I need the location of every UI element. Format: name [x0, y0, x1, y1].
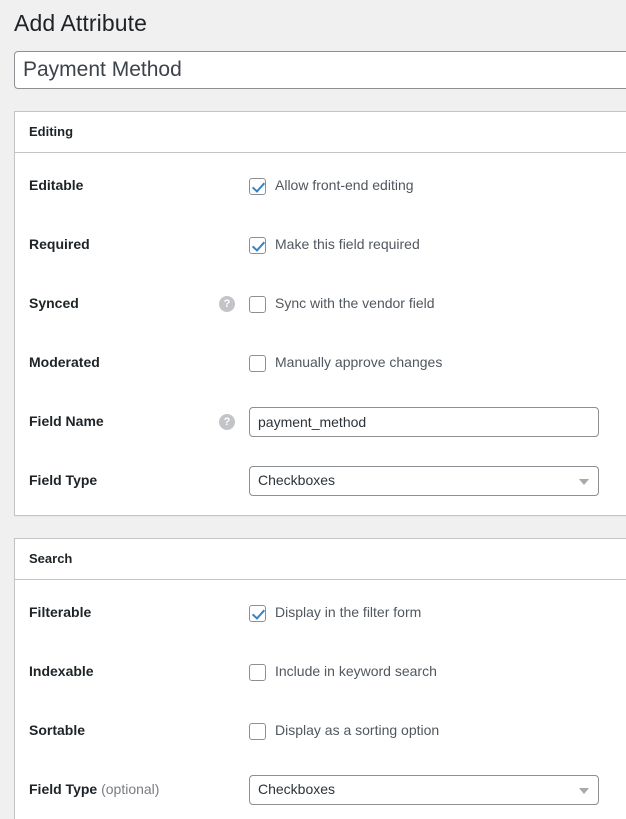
row-control-moderated: Manually approve changes: [219, 353, 626, 373]
select-value-search-field-type: Checkboxes: [258, 780, 335, 800]
panel-body-search: Filterable Display in the filter form Inde…: [15, 580, 626, 819]
row-label-indexable: Indexable: [29, 662, 219, 682]
row-sortable: Sortable Display as a sorting option: [15, 711, 626, 751]
input-field-name[interactable]: [249, 407, 599, 437]
checkbox-moderated[interactable]: [249, 355, 266, 372]
row-label-editable: Editable: [29, 176, 219, 196]
checkbox-label-required[interactable]: Make this field required: [275, 235, 420, 255]
row-label-text-synced: Synced: [29, 295, 79, 311]
panel-heading-editing: Editing: [15, 112, 626, 153]
row-editable: Editable Allow front-end editing: [15, 166, 626, 206]
panel-heading-search: Search: [15, 539, 626, 580]
checkbox-label-indexable[interactable]: Include in keyword search: [275, 662, 437, 682]
row-label-optional-search-field-type: (optional): [97, 781, 159, 797]
row-synced: Synced? Sync with the vendor field: [15, 284, 626, 324]
row-label-sortable: Sortable: [29, 721, 219, 741]
help-slot-synced: ?: [219, 296, 249, 312]
row-field-name: Field Name?: [15, 402, 626, 442]
help-circle-icon[interactable]: ?: [219, 296, 235, 312]
select-search-field-type[interactable]: Checkboxes: [249, 775, 599, 805]
checkbox-label-editable[interactable]: Allow front-end editing: [275, 176, 414, 196]
checkbox-filterable[interactable]: [249, 605, 266, 622]
checkbox-wrap-editable[interactable]: Allow front-end editing: [249, 176, 414, 196]
row-label-filterable: Filterable: [29, 603, 219, 623]
checkbox-wrap-required[interactable]: Make this field required: [249, 235, 420, 255]
help-circle-icon[interactable]: ?: [219, 414, 235, 430]
row-control-field-type: Checkboxes: [219, 466, 626, 496]
row-label-text-sortable: Sortable: [29, 722, 85, 738]
row-indexable: Indexable Include in keyword search: [15, 652, 626, 692]
row-field-type: Field Type Checkboxes: [15, 461, 626, 501]
settings-sections: Editing Editable Allow front-end editing Re…: [0, 111, 626, 819]
row-label-synced: Synced: [29, 294, 219, 314]
checkbox-wrap-synced[interactable]: Sync with the vendor field: [249, 294, 435, 314]
row-filterable: Filterable Display in the filter form: [15, 593, 626, 633]
checkbox-label-synced[interactable]: Sync with the vendor field: [275, 294, 435, 314]
row-moderated: Moderated Manually approve changes: [15, 343, 626, 383]
row-control-search-field-type: Checkboxes: [219, 775, 626, 805]
checkbox-synced[interactable]: [249, 296, 266, 313]
row-label-required: Required: [29, 235, 219, 255]
row-label-field-name: Field Name: [29, 412, 219, 432]
page-title: Add Attribute: [0, 0, 626, 43]
checkbox-editable[interactable]: [249, 178, 266, 195]
select-value-field-type: Checkboxes: [258, 471, 335, 491]
panel-body-editing: Editable Allow front-end editing Required M…: [15, 153, 626, 515]
checkbox-wrap-moderated[interactable]: Manually approve changes: [249, 353, 442, 373]
checkbox-required[interactable]: [249, 237, 266, 254]
checkbox-label-sortable[interactable]: Display as a sorting option: [275, 721, 439, 741]
chevron-down-icon[interactable]: [579, 479, 589, 485]
row-label-text-field-name: Field Name: [29, 413, 104, 429]
row-label-text-indexable: Indexable: [29, 663, 94, 679]
checkbox-wrap-indexable[interactable]: Include in keyword search: [249, 662, 437, 682]
row-control-synced: ? Sync with the vendor field: [219, 294, 626, 314]
checkbox-wrap-sortable[interactable]: Display as a sorting option: [249, 721, 439, 741]
row-label-field-type: Field Type: [29, 471, 219, 491]
help-slot-field-name: ?: [219, 414, 249, 430]
row-label-text-editable: Editable: [29, 177, 83, 193]
row-control-sortable: Display as a sorting option: [219, 721, 626, 741]
select-field-type[interactable]: Checkboxes: [249, 466, 599, 496]
row-control-filterable: Display in the filter form: [219, 603, 626, 623]
row-control-editable: Allow front-end editing: [219, 176, 626, 196]
panel-editing: Editing Editable Allow front-end editing Re…: [14, 111, 626, 516]
checkbox-indexable[interactable]: [249, 664, 266, 681]
panel-search: Search Filterable Display in the filter fo…: [14, 538, 626, 819]
row-label-text-search-field-type: Field Type: [29, 781, 97, 797]
row-label-text-moderated: Moderated: [29, 354, 100, 370]
chevron-down-icon[interactable]: [579, 788, 589, 794]
row-label-search-field-type: Field Type (optional): [29, 780, 219, 800]
checkbox-sortable[interactable]: [249, 723, 266, 740]
row-control-field-name: ?: [219, 407, 626, 437]
attribute-name-input[interactable]: [14, 51, 626, 89]
checkbox-label-filterable[interactable]: Display in the filter form: [275, 603, 421, 623]
checkbox-label-moderated[interactable]: Manually approve changes: [275, 353, 442, 373]
row-label-moderated: Moderated: [29, 353, 219, 373]
checkbox-wrap-filterable[interactable]: Display in the filter form: [249, 603, 421, 623]
row-label-text-field-type: Field Type: [29, 472, 97, 488]
row-required: Required Make this field required: [15, 225, 626, 265]
row-control-indexable: Include in keyword search: [219, 662, 626, 682]
row-label-text-filterable: Filterable: [29, 604, 91, 620]
row-search-field-type: Field Type (optional) Checkboxes: [15, 770, 626, 810]
row-label-text-required: Required: [29, 236, 90, 252]
attribute-name-field-wrap: [0, 43, 626, 89]
row-control-required: Make this field required: [219, 235, 626, 255]
